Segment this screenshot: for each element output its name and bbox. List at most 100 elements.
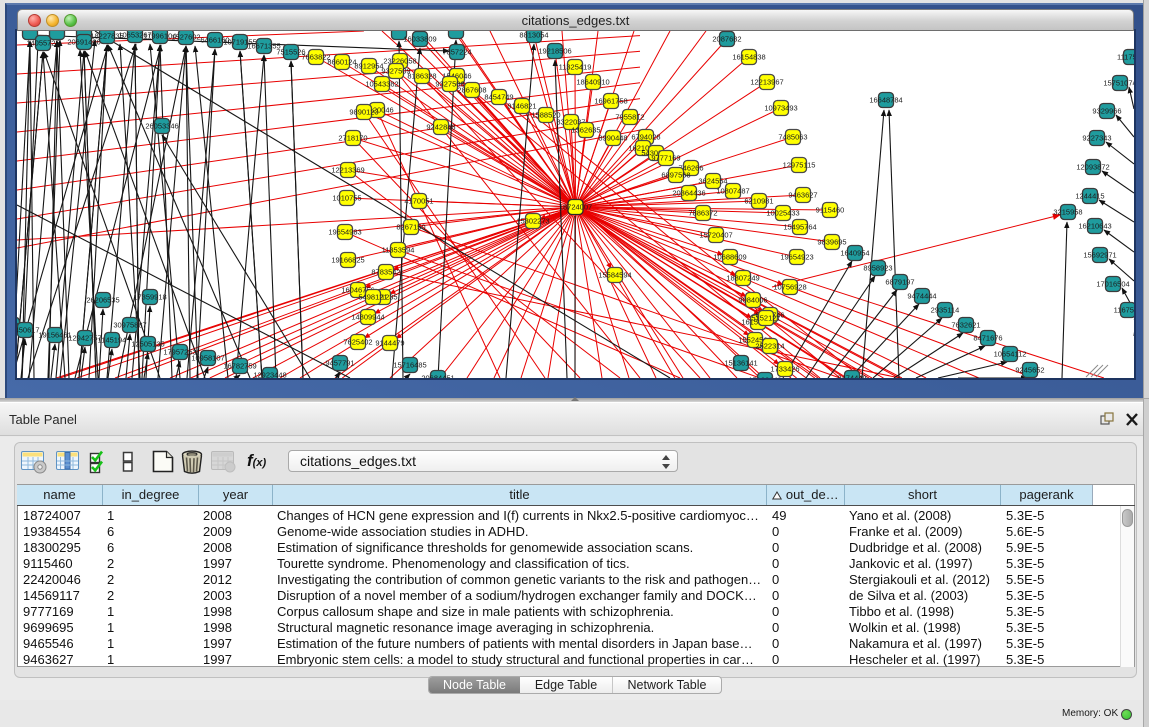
svg-text:19166825: 19166825 [331,256,364,265]
svg-text:16648784: 16648784 [869,96,902,105]
svg-text:15136141: 15136141 [724,359,757,368]
svg-text:5498121: 5498121 [358,293,387,302]
svg-text:16033809: 16033809 [403,35,436,44]
svg-text:10958107: 10958107 [191,354,224,363]
svg-text:8660124: 8660124 [327,58,356,67]
svg-text:15136142: 15136142 [748,376,781,378]
svg-text:1640954: 1640954 [840,249,869,258]
svg-text:15716485: 15716485 [393,361,426,370]
svg-text:2935114: 2935114 [931,306,960,315]
svg-text:10543382: 10543382 [365,80,398,89]
svg-text:12213369: 12213369 [331,166,364,175]
svg-text:19654983: 19654983 [328,228,361,237]
svg-text:9474449: 9474449 [837,374,866,378]
svg-text:12923448: 12923448 [253,371,286,378]
svg-text:10688609: 10688609 [713,253,746,262]
svg-text:10807487: 10807487 [716,187,749,196]
svg-text:6879197: 6879197 [885,278,914,287]
svg-text:1362635: 1362635 [571,126,600,135]
svg-text:7857224: 7857224 [442,48,471,57]
svg-text:12942757: 12942757 [68,334,101,343]
svg-text:8783542: 8783542 [371,268,400,277]
svg-text:3215958: 3215958 [1053,208,1082,217]
svg-text:15302273: 15302273 [516,217,549,226]
svg-text:18640910: 18640910 [576,78,609,87]
svg-text:8958923: 8958923 [863,264,892,273]
svg-text:9777169: 9777169 [651,154,680,163]
svg-text:19218506: 19218506 [538,47,571,56]
svg-text:9463627: 9463627 [788,191,817,200]
svg-text:30975887: 30975887 [113,321,146,330]
svg-text:12505135: 12505135 [131,340,164,349]
svg-text:19156461: 19156461 [38,331,71,340]
svg-text:8912954: 8912954 [354,62,383,71]
svg-text:26206535: 26206535 [86,296,119,305]
svg-text:14055725: 14055725 [26,39,59,48]
svg-text:12975115: 12975115 [783,161,816,170]
svg-text:2087682: 2087682 [712,35,741,44]
svg-text:17359918: 17359918 [133,293,166,302]
svg-text:12213967: 12213967 [750,78,783,87]
svg-text:8990448: 8990448 [598,134,627,143]
svg-text:8454749: 8454749 [484,93,513,102]
svg-text:7625402: 7625402 [343,338,372,347]
svg-text:16154838: 16154838 [732,53,765,62]
svg-text:11353594: 11353594 [382,246,415,255]
svg-text:26053346: 26053346 [145,122,178,131]
svg-text:10756928: 10756928 [773,283,806,292]
svg-text:17016504: 17016504 [1096,280,1129,289]
svg-text:7955812: 7955812 [615,113,644,122]
svg-text:8267150: 8267150 [396,223,425,232]
svg-text:15692971: 15692971 [1083,251,1116,260]
svg-text:15720407: 15720407 [699,231,732,240]
svg-text:7663822: 7663822 [301,53,330,62]
svg-text:2718170: 2718170 [338,134,367,143]
svg-text:16961758: 16961758 [594,97,627,106]
svg-text:8471676: 8471676 [973,334,1002,343]
svg-text:16210643: 16210643 [1078,222,1111,231]
svg-text:9327509: 9327509 [381,67,410,76]
svg-text:9084006: 9084006 [738,296,767,305]
svg-text:1733426: 1733426 [770,365,799,374]
svg-text:7632621: 7632621 [951,321,980,330]
svg-text:20364436: 20364436 [672,189,705,198]
svg-text:9115460: 9115460 [816,206,845,215]
svg-text:7886372: 7886372 [688,209,717,218]
svg-text:9474444: 9474444 [907,292,936,301]
svg-text:9144479: 9144479 [375,339,404,348]
svg-text:20684451: 20684451 [421,374,454,378]
svg-text:6210981: 6210981 [744,197,773,206]
svg-text:5152121: 5152121 [751,314,780,323]
svg-text:9329966: 9329966 [1092,107,1121,116]
svg-text:10973493: 10973493 [764,104,797,113]
svg-text:19654923: 19654923 [780,253,813,262]
svg-text:9242848: 9242848 [426,123,455,132]
svg-text:9227343: 9227343 [1082,134,1111,143]
svg-text:2522314: 2522314 [755,342,784,351]
svg-text:9245652: 9245652 [1015,366,1044,375]
svg-text:16782759: 16782759 [223,362,256,371]
svg-text:3624554: 3624554 [698,177,727,186]
svg-text:8186328: 8186328 [407,72,436,81]
svg-text:10654112: 10654112 [994,350,1027,359]
svg-text:14809944: 14809944 [351,313,384,322]
svg-text:18807249: 18807249 [726,274,759,283]
svg-text:15495764: 15495764 [783,223,816,232]
svg-text:1167534: 1167534 [1114,306,1134,315]
svg-text:15751074: 15751074 [1103,79,1134,88]
svg-text:11325419: 11325419 [559,63,592,72]
svg-text:2867608: 2867608 [457,86,486,95]
svg-text:1010755: 1010755 [332,194,361,203]
svg-text:12093872: 12093872 [1076,163,1109,172]
svg-text:8813054: 8813054 [519,31,548,40]
svg-text:1117535: 1117535 [1117,53,1134,62]
svg-text:9146821: 9146821 [507,102,536,111]
svg-text:15584594: 15584594 [598,271,631,280]
svg-text:4170051: 4170051 [404,197,433,206]
svg-text:1450617: 1450617 [17,326,40,335]
svg-text:9890123: 9890123 [349,108,378,117]
svg-text:6897568: 6897568 [661,171,690,180]
svg-text:1527602: 1527602 [171,33,200,42]
svg-text:7485063: 7485063 [778,133,807,142]
svg-text:1145194: 1145194 [98,336,127,345]
